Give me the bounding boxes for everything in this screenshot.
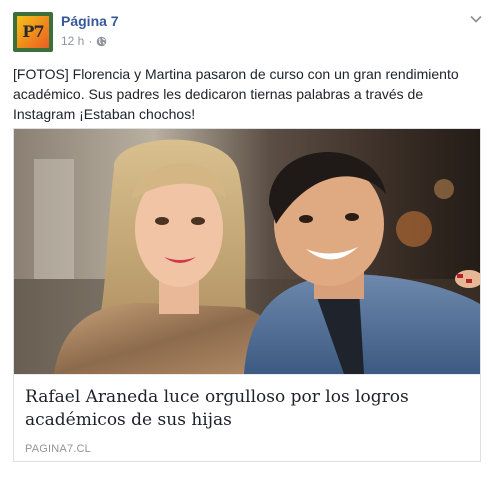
link-preview-info[interactable]: Rafael Araneda luce orgulloso por los lo… (14, 374, 480, 461)
avatar-logo-text: P7 (22, 22, 44, 41)
link-preview-image[interactable] (14, 129, 480, 374)
page-avatar[interactable]: P7 (13, 12, 53, 52)
chevron-down-icon[interactable] (469, 14, 483, 24)
page-name-link[interactable]: Página 7 (61, 12, 119, 30)
post-text: [FOTOS] Florencia y Martina pasaron de c… (13, 66, 459, 122)
facebook-post: P7 Página 7 12 h · [FOTOS] Florencia y M… (0, 0, 493, 479)
link-preview-domain: PAGINA7.CL (25, 443, 91, 455)
link-preview-card[interactable]: Rafael Araneda luce orgulloso por los lo… (13, 128, 481, 462)
post-meta: 12 h · (61, 33, 107, 49)
post-timestamp[interactable]: 12 h (61, 33, 84, 49)
link-preview-title[interactable]: Rafael Araneda luce orgulloso por los lo… (25, 386, 475, 432)
meta-separator: · (88, 34, 93, 48)
globe-icon[interactable] (96, 36, 107, 47)
